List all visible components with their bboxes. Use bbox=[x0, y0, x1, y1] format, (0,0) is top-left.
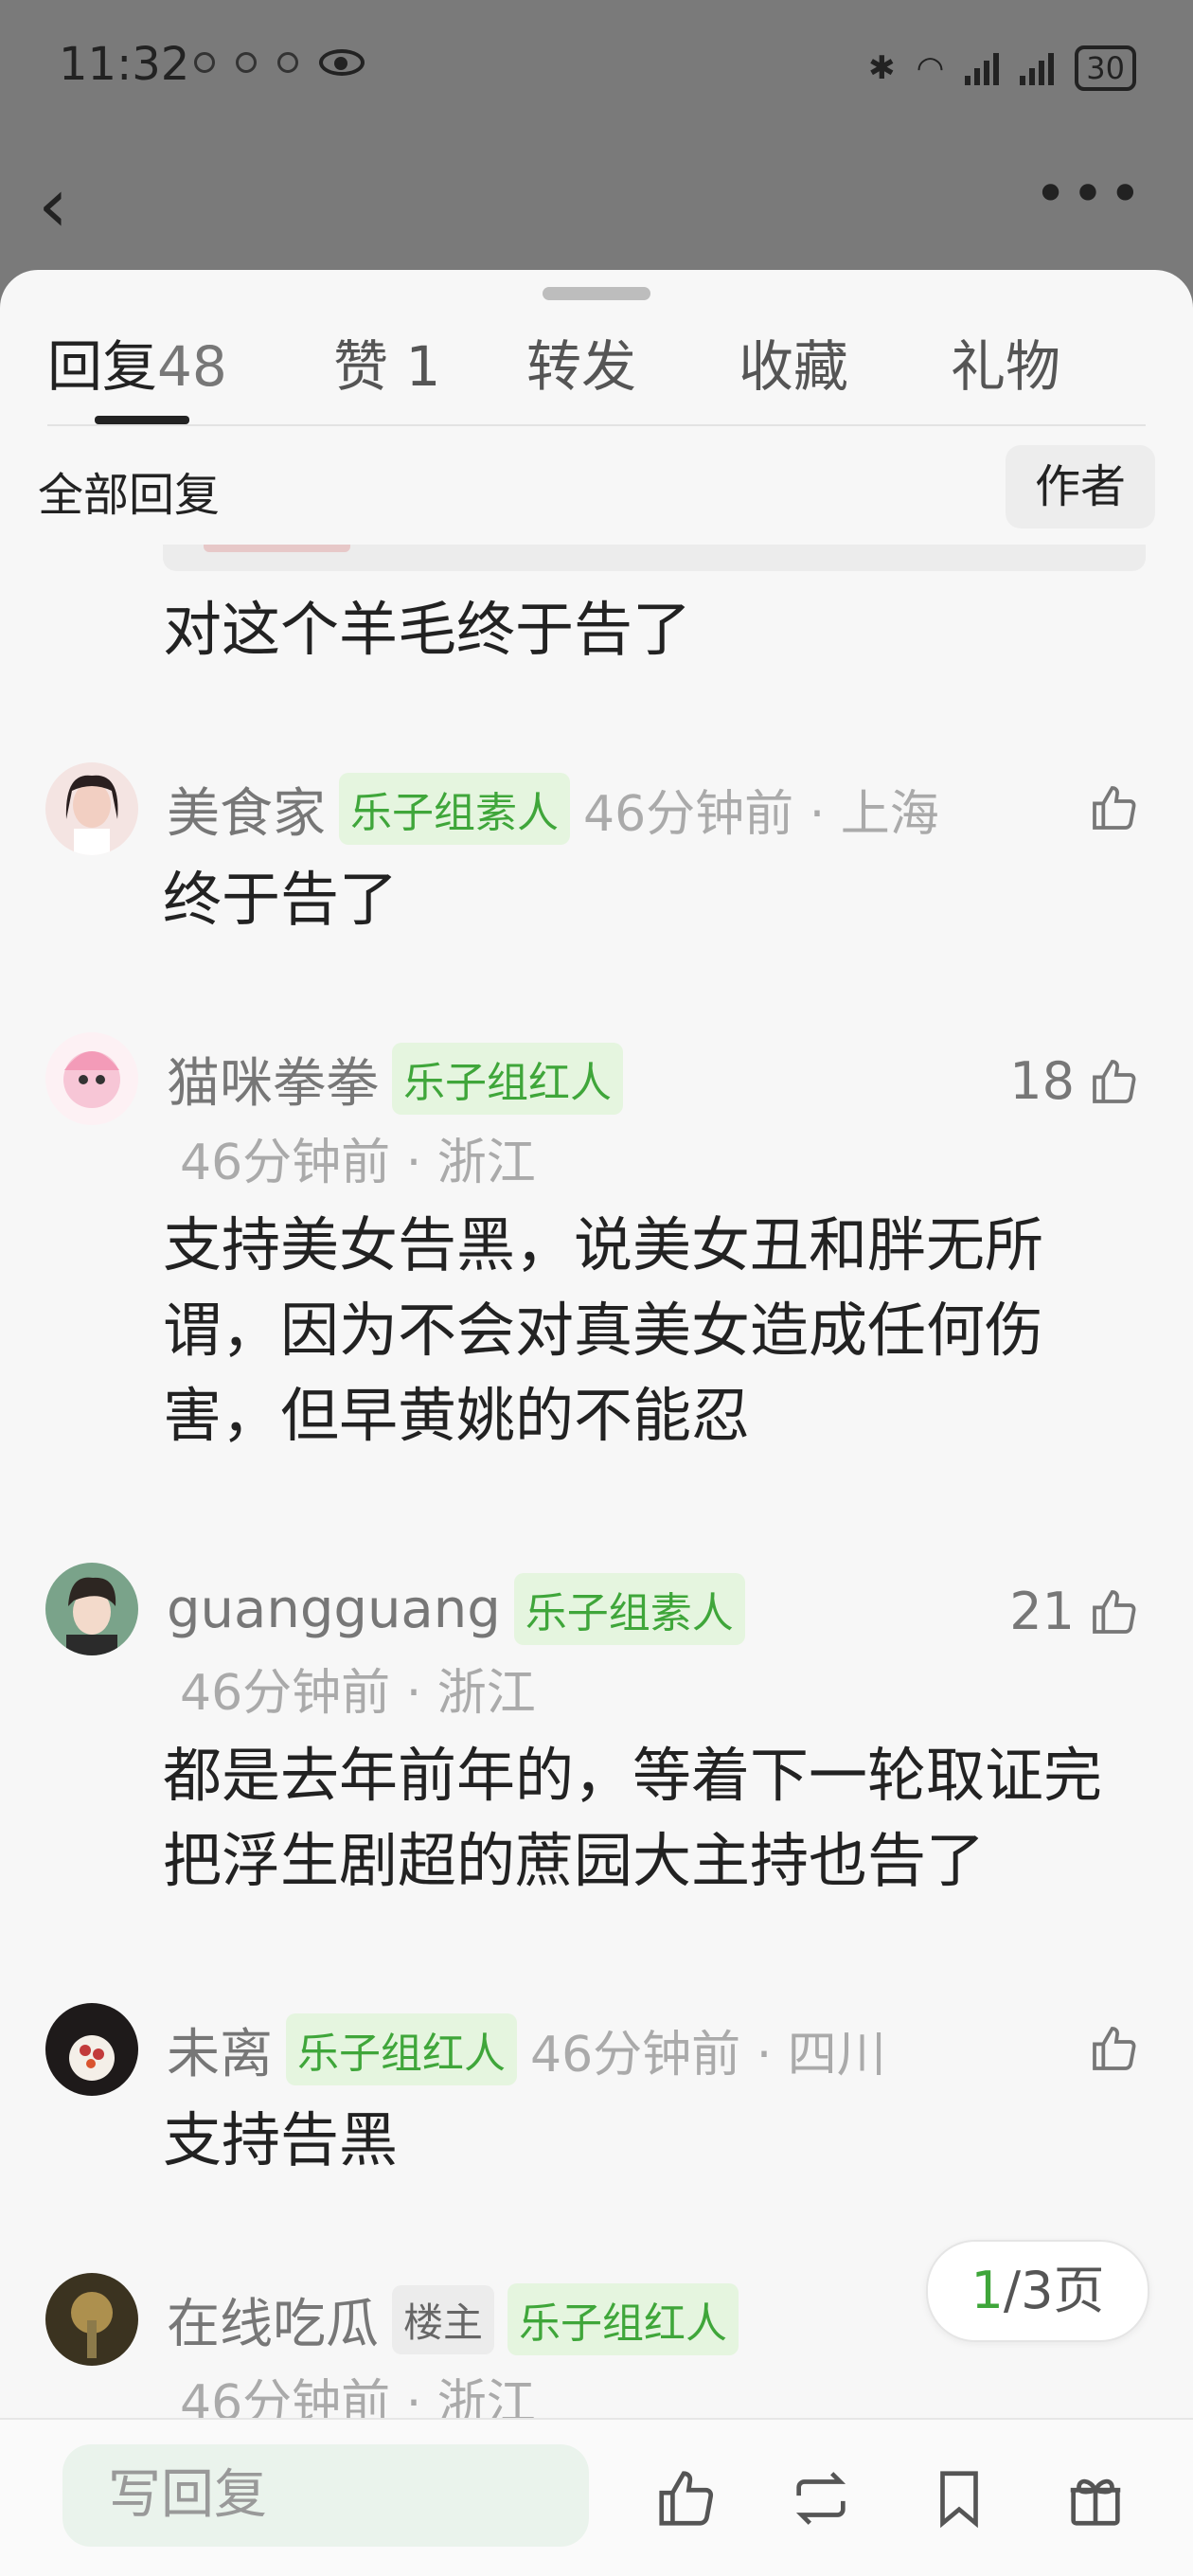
comment-text: 支持美女告黑，说美女丑和胖无所谓，因为不会对真美女造成任何伤害，但早黄姚的不能忍 bbox=[163, 1210, 1044, 1450]
like-icon[interactable] bbox=[653, 2465, 720, 2531]
comment-meta: guangguang 乐子组素人 bbox=[167, 1563, 745, 1655]
top-nav: ‹ ••• bbox=[0, 142, 1193, 265]
op-badge: 楼主 bbox=[392, 2284, 495, 2354]
battery-icon: 30 bbox=[1075, 45, 1136, 91]
tab-count: 1 bbox=[405, 334, 441, 399]
like-button[interactable]: 21 bbox=[1009, 1582, 1141, 1641]
comment-time-location: 46分钟前 · 浙江 bbox=[180, 1135, 536, 1191]
comment-meta: 在线吃瓜 楼主 乐子组红人 bbox=[167, 2273, 739, 2366]
like-count: 21 bbox=[1009, 1582, 1075, 1641]
comment-time-location: 46分钟前 · 上海 bbox=[583, 785, 939, 843]
comment-text: 对这个羊毛终于告了 bbox=[163, 595, 692, 664]
comment-text: 都是去年前年的，等着下一轮取证完把浮生剧超的蔗园大主持也告了 bbox=[163, 1741, 1103, 1895]
status-time: 11:32 bbox=[59, 38, 190, 91]
tab-label: 赞 bbox=[333, 334, 389, 399]
divider bbox=[47, 424, 1146, 426]
current-page: 1 bbox=[970, 2261, 1004, 2320]
comment-text: 终于告了 bbox=[163, 865, 399, 934]
comment-time-location: 46分钟前 · 浙江 bbox=[180, 1665, 536, 1722]
tab-replies[interactable]: 回复48 bbox=[47, 322, 227, 402]
tab-favorites[interactable]: 收藏 bbox=[739, 322, 848, 402]
avatar[interactable] bbox=[45, 2003, 138, 2096]
signal-icon bbox=[965, 51, 1000, 85]
repost-icon[interactable] bbox=[788, 2465, 854, 2531]
like-icon bbox=[1093, 1589, 1136, 1634]
more-icon[interactable]: ••• bbox=[1034, 161, 1146, 227]
like-button[interactable] bbox=[1075, 2022, 1141, 2075]
tab-likes[interactable]: 赞 1 bbox=[333, 322, 440, 402]
tab-label: 礼物 bbox=[951, 334, 1061, 399]
comment-meta: 猫咪拳拳 乐子组红人 bbox=[167, 1032, 623, 1125]
tab-gifts[interactable]: 礼物 bbox=[951, 322, 1060, 402]
tab-bar: 回复48 赞 1 转发 收藏 礼物 bbox=[0, 322, 1193, 426]
like-count: 18 bbox=[1009, 1051, 1075, 1111]
bluetooth-icon: ✱ bbox=[868, 49, 896, 87]
like-button[interactable]: 18 bbox=[1009, 1051, 1141, 1111]
comments-sheet: 回复48 赞 1 转发 收藏 礼物 全部回复 作者 对这个羊毛终于告了 美食家 … bbox=[0, 270, 1193, 2576]
user-badge: 乐子组红人 bbox=[507, 2283, 739, 2355]
username[interactable]: 未离 bbox=[167, 2012, 273, 2088]
comment-meta: 未离 乐子组红人 46分钟前 · 四川 bbox=[167, 2003, 886, 2096]
status-right-icons: ✱ ◠ 30 bbox=[868, 45, 1136, 91]
user-badge: 乐子组素人 bbox=[339, 773, 570, 845]
comment-meta: 美食家 乐子组素人 46分钟前 · 上海 bbox=[167, 762, 939, 855]
signal-2-icon bbox=[1020, 51, 1055, 85]
gift-icon[interactable] bbox=[1062, 2465, 1129, 2531]
tab-count: 48 bbox=[157, 334, 227, 399]
avatar[interactable] bbox=[45, 1032, 138, 1125]
status-bar: 11:32 ✱ ◠ 30 bbox=[0, 0, 1193, 142]
wifi-icon: ◠ bbox=[916, 49, 945, 87]
username[interactable]: guangguang bbox=[167, 1579, 501, 1640]
reply-input[interactable]: 写回复 bbox=[62, 2444, 589, 2547]
user-badge: 乐子组红人 bbox=[286, 2013, 517, 2085]
username[interactable]: 猫咪拳拳 bbox=[167, 1041, 379, 1118]
page-indicator-button[interactable]: 1/3页 bbox=[926, 2240, 1149, 2342]
tab-label: 转发 bbox=[526, 334, 637, 399]
like-button[interactable] bbox=[1075, 781, 1141, 834]
notification-shield-icon bbox=[277, 52, 298, 73]
avatar[interactable] bbox=[45, 2273, 138, 2366]
quoted-image bbox=[204, 545, 350, 552]
avatar[interactable] bbox=[45, 762, 138, 855]
bottom-action-bar: 写回复 bbox=[0, 2418, 1193, 2576]
total-pages: /3页 bbox=[1003, 2261, 1105, 2320]
author-filter-button[interactable]: 作者 bbox=[1006, 445, 1155, 528]
comment-time-location: 46分钟前 · 四川 bbox=[530, 2026, 886, 2084]
user-badge: 乐子组红人 bbox=[392, 1043, 623, 1115]
username[interactable]: 美食家 bbox=[167, 771, 326, 848]
avatar[interactable] bbox=[45, 1563, 138, 1655]
tab-label: 回复 bbox=[47, 334, 158, 399]
filter-all-replies[interactable]: 全部回复 bbox=[38, 457, 220, 524]
bookmark-icon[interactable] bbox=[926, 2465, 992, 2531]
tab-active-indicator bbox=[95, 416, 189, 424]
like-icon bbox=[1093, 786, 1136, 830]
tab-reposts[interactable]: 转发 bbox=[526, 322, 636, 402]
comment-text: 支持告黑 bbox=[163, 2105, 399, 2174]
username[interactable]: 在线吃瓜 bbox=[167, 2281, 379, 2358]
like-icon bbox=[1093, 2027, 1136, 2070]
user-badge: 乐子组素人 bbox=[513, 1573, 745, 1645]
sheet-drag-handle[interactable] bbox=[543, 287, 650, 300]
tab-label: 收藏 bbox=[739, 334, 849, 399]
notification-app-icon bbox=[236, 52, 257, 73]
back-icon[interactable]: ‹ bbox=[38, 161, 68, 249]
status-notification-icons bbox=[194, 49, 365, 76]
notification-dot-icon bbox=[194, 52, 215, 73]
eye-icon bbox=[319, 49, 365, 76]
like-icon bbox=[1093, 1059, 1136, 1103]
